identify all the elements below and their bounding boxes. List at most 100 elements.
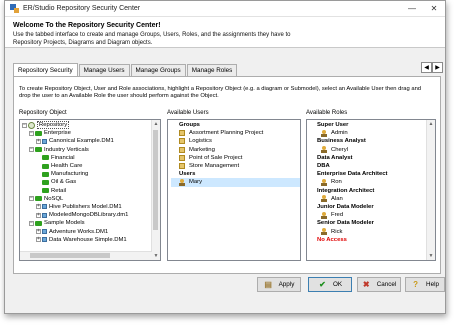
tree-vertical-scrollbar[interactable]: ▲ ▼: [151, 120, 160, 260]
group-item[interactable]: Store Management: [171, 162, 300, 170]
tree-node[interactable]: − Sample Models: [20, 219, 160, 227]
tree-node[interactable]: − Industry Verticals: [20, 146, 160, 154]
apply-icon: ▤: [264, 280, 272, 289]
role-user-item[interactable]: Rick: [317, 227, 435, 236]
available-roles-list[interactable]: Super User Admin Business Analyst Cheryl Dat…: [306, 119, 436, 261]
scroll-thumb[interactable]: [153, 130, 158, 230]
tree-node-label: Enterprise: [44, 130, 71, 137]
group-icon: [179, 130, 185, 137]
tree-node-label: Data Warehouse Simple.DM1: [49, 236, 127, 243]
scroll-up-icon[interactable]: ▲: [152, 120, 160, 128]
role-item[interactable]: No Access: [317, 236, 435, 244]
role-user-item[interactable]: Admin: [317, 129, 435, 137]
tree-node[interactable]: Retail: [20, 187, 160, 195]
group-item[interactable]: Logistics: [171, 137, 300, 145]
role-item[interactable]: Enterprise Data Architect: [317, 170, 435, 178]
role-user-label: Alan: [331, 195, 343, 202]
role-user-item[interactable]: Alan: [317, 195, 435, 203]
group-icon: [179, 138, 185, 145]
help-icon: ?: [413, 280, 418, 289]
role-user-item[interactable]: Cheryl: [317, 146, 435, 154]
tree-node[interactable]: + Adventure Works.DM1: [20, 227, 160, 235]
tree-node[interactable]: Financial: [20, 154, 160, 162]
ok-button[interactable]: ✔ OK: [308, 277, 352, 292]
tree-node[interactable]: − NoSQL: [20, 195, 160, 203]
tree-node[interactable]: Health Care: [20, 162, 160, 170]
close-button[interactable]: ✕: [423, 1, 445, 16]
cancel-x-icon: ✖: [362, 280, 370, 289]
instructions-text: To create Repository Object, User and Ro…: [19, 86, 422, 99]
ok-label: OK: [332, 281, 343, 288]
collapse-icon[interactable]: −: [29, 147, 34, 153]
group-label: Logistics: [189, 138, 212, 145]
tree-node[interactable]: − Repository: [20, 121, 160, 130]
tab-repository-security[interactable]: Repository Security: [13, 63, 78, 76]
tree-node[interactable]: + Data Warehouse Simple.DM1: [20, 236, 160, 244]
group-icon: [179, 163, 185, 170]
role-item[interactable]: Super User: [317, 121, 435, 129]
tree-node[interactable]: Oil & Gas: [20, 178, 160, 186]
folder-icon: [35, 147, 42, 153]
er-studio-app-icon: [10, 4, 19, 13]
scroll-up-icon[interactable]: ▲: [427, 120, 435, 128]
tab-manage-groups[interactable]: Manage Groups: [130, 64, 186, 76]
tab-manage-users[interactable]: Manage Users: [78, 64, 130, 76]
tree-node-label: Canonical Example.DM1: [49, 138, 114, 145]
user-icon: [321, 211, 327, 219]
role-item[interactable]: Data Analyst: [317, 154, 435, 162]
tree-node[interactable]: + ModeledMongoDBLibrary.dm1: [20, 211, 160, 219]
expand-icon[interactable]: +: [36, 229, 41, 235]
available-roles-label: Available Roles: [306, 110, 348, 116]
check-icon: ✔: [319, 280, 326, 289]
scroll-thumb[interactable]: [30, 253, 110, 258]
expand-icon[interactable]: +: [36, 212, 41, 218]
tab-scroll-left-icon[interactable]: ◀: [421, 62, 432, 73]
group-item[interactable]: Marketing: [171, 146, 300, 154]
tree-node[interactable]: Manufacturing: [20, 170, 160, 178]
role-user-label: Fred: [331, 212, 344, 219]
collapse-icon[interactable]: −: [29, 130, 34, 136]
role-user-item[interactable]: Fred: [317, 211, 435, 219]
folder-icon: [42, 188, 49, 194]
role-user-item[interactable]: Ron: [317, 178, 435, 186]
role-item[interactable]: Integration Architect: [317, 187, 435, 195]
minimize-button[interactable]: —: [401, 1, 423, 16]
tab-scroll-right-icon[interactable]: ▶: [432, 62, 443, 73]
tree-node[interactable]: + Hive Publishers Model.DM1: [20, 203, 160, 211]
role-item[interactable]: Senior Data Modeler: [317, 219, 435, 227]
tree-node-label: Health Care: [51, 163, 83, 170]
tab-manage-roles[interactable]: Manage Roles: [186, 64, 238, 76]
collapse-icon[interactable]: −: [29, 220, 34, 226]
help-button[interactable]: ? Help: [405, 277, 445, 292]
tree-node-label: Oil & Gas: [51, 179, 77, 186]
available-users-list[interactable]: Groups Assortment Planning Project Logist…: [167, 119, 301, 261]
folder-icon: [42, 179, 49, 185]
collapse-icon[interactable]: −: [29, 196, 34, 202]
group-item[interactable]: Point of Sale Project: [171, 154, 300, 162]
expand-icon[interactable]: +: [36, 237, 41, 243]
role-user-label: Ron: [331, 179, 342, 186]
role-item[interactable]: Business Analyst: [317, 137, 435, 145]
collapse-icon[interactable]: −: [22, 122, 27, 128]
role-item[interactable]: DBA: [317, 162, 435, 170]
model-icon: [42, 229, 47, 235]
roles-vertical-scrollbar[interactable]: ▲ ▼: [426, 120, 435, 260]
apply-button[interactable]: ▤ Apply: [257, 277, 301, 292]
tree-node[interactable]: − Enterprise: [20, 129, 160, 137]
model-icon: [42, 212, 47, 218]
expand-icon[interactable]: +: [36, 138, 41, 144]
repository-tree[interactable]: − Repository − Enterprise + Canonical Example…: [19, 119, 161, 261]
scroll-down-icon[interactable]: ▼: [152, 252, 160, 260]
user-item[interactable]: Mary: [171, 178, 300, 187]
role-item[interactable]: Junior Data Modeler: [317, 203, 435, 211]
tree-node-label: Repository: [37, 121, 70, 130]
cancel-button[interactable]: ✖ Cancel: [357, 277, 401, 292]
group-item[interactable]: Assortment Planning Project: [171, 129, 300, 137]
tree-horizontal-scrollbar[interactable]: [20, 251, 152, 260]
expand-icon[interactable]: +: [36, 204, 41, 210]
scroll-down-icon[interactable]: ▼: [427, 252, 435, 260]
group-label: Marketing: [189, 146, 215, 153]
tree-node[interactable]: + Canonical Example.DM1: [20, 137, 160, 145]
user-icon: [321, 146, 327, 154]
model-icon: [42, 237, 47, 243]
